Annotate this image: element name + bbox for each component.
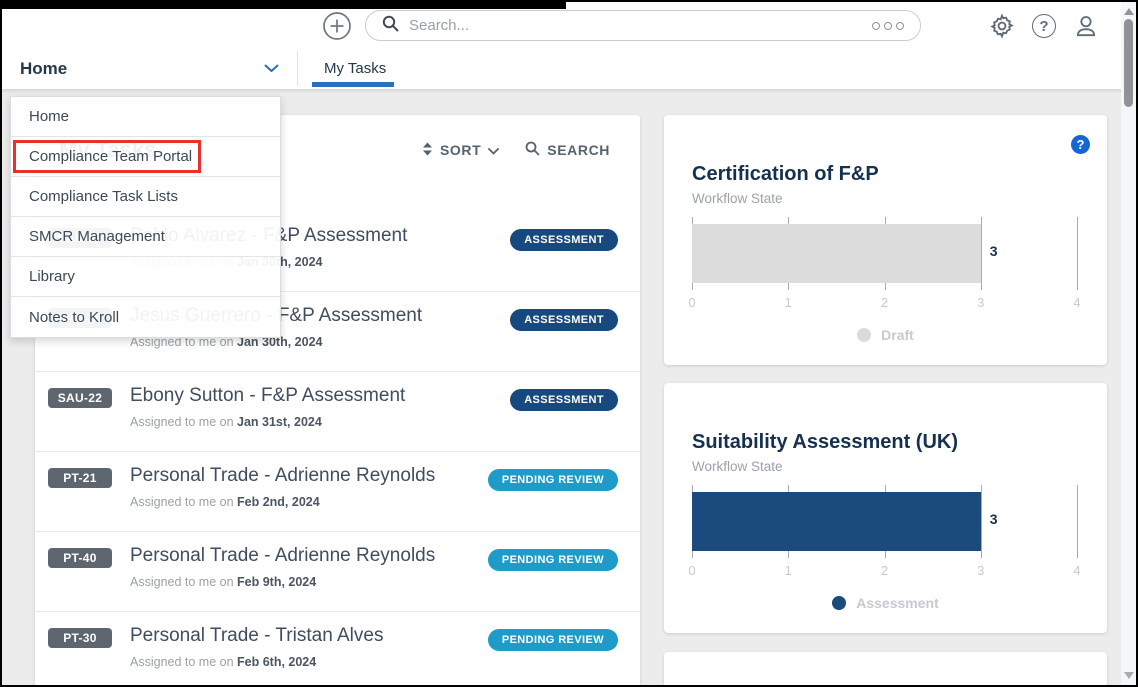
task-id-badge: PT-40 bbox=[48, 548, 112, 568]
x-axis-labels: 0 1 2 3 4 bbox=[692, 295, 1077, 311]
menu-item-compliance-task-lists[interactable]: Compliance Task Lists bbox=[11, 177, 280, 217]
bar-chart: 3 bbox=[692, 217, 1077, 290]
menu-item-compliance-team-portal[interactable]: Compliance Team Portal bbox=[11, 137, 280, 177]
task-title: Personal Trade - Tristan Alves bbox=[130, 624, 488, 648]
legend-label: Assessment bbox=[856, 595, 939, 611]
task-id-badge: SAU-22 bbox=[48, 388, 112, 408]
task-row[interactable]: PT-30 Personal Trade - Tristan Alves Ass… bbox=[35, 612, 640, 687]
chart-card-suitability: Suitability Assessment (UK) Workflow Sta… bbox=[664, 383, 1107, 633]
task-title: Ebony Sutton - F&P Assessment bbox=[130, 384, 510, 408]
task-row[interactable]: SAU-22 Ebony Sutton - F&P Assessment Ass… bbox=[35, 372, 640, 452]
chart-subtitle: Workflow State bbox=[692, 459, 783, 474]
legend-dot bbox=[832, 596, 846, 610]
bar-value-label: 3 bbox=[990, 243, 998, 259]
scrollbar-up-arrow-icon[interactable] bbox=[1124, 8, 1134, 15]
task-title: Personal Trade - Adrienne Reynolds bbox=[130, 464, 488, 488]
task-assigned-text: Assigned to me on Feb 6th, 2024 bbox=[130, 655, 488, 669]
task-status-badge: ASSESSMENT bbox=[510, 309, 618, 331]
bar-value-label: 3 bbox=[990, 511, 998, 527]
chart-subtitle: Workflow State bbox=[692, 191, 783, 206]
scrollbar[interactable] bbox=[1121, 2, 1136, 685]
help-icon[interactable]: ? bbox=[1030, 12, 1058, 40]
scrollbar-down-arrow-icon[interactable] bbox=[1124, 672, 1134, 679]
chart-legend: Draft bbox=[664, 327, 1107, 343]
legend-dot bbox=[857, 328, 871, 342]
chart-title: Certification of F&P bbox=[692, 163, 879, 186]
user-profile-icon[interactable] bbox=[1072, 12, 1100, 40]
task-status-badge: ASSESSMENT bbox=[510, 389, 618, 411]
chevron-down-icon bbox=[264, 60, 279, 78]
scrollbar-thumb[interactable] bbox=[1124, 19, 1133, 107]
search-input[interactable] bbox=[409, 17, 872, 34]
nav-divider bbox=[297, 51, 298, 86]
nav-bar: Home My Tasks bbox=[2, 48, 1136, 89]
chart-legend: Assessment bbox=[664, 595, 1107, 611]
bar-chart: 3 bbox=[692, 485, 1077, 558]
chart-card-partial bbox=[664, 652, 1107, 687]
add-icon[interactable] bbox=[322, 11, 352, 41]
menu-item-smcr-management[interactable]: SMCR Management bbox=[11, 217, 280, 257]
bar bbox=[692, 492, 981, 551]
menu-item-library[interactable]: Library bbox=[11, 257, 280, 297]
sort-chevron-icon bbox=[488, 142, 499, 158]
task-assigned-text: Assigned to me on Feb 2nd, 2024 bbox=[130, 495, 488, 509]
task-id-badge: PT-21 bbox=[48, 468, 112, 488]
home-dropdown-toggle[interactable]: Home bbox=[2, 48, 297, 89]
task-status-badge: ASSESSMENT bbox=[510, 229, 618, 251]
chart-card-certification: ? Certification of F&P Workflow State 3 … bbox=[664, 115, 1107, 365]
card-help-icon[interactable]: ? bbox=[1071, 135, 1090, 154]
active-tab-underline bbox=[312, 82, 394, 87]
home-dropdown-label: Home bbox=[20, 59, 67, 79]
window-top-strip bbox=[0, 0, 566, 9]
settings-gear-icon[interactable] bbox=[988, 12, 1016, 40]
sort-icon bbox=[422, 142, 433, 159]
sort-control[interactable]: SORT bbox=[422, 142, 499, 159]
search-control[interactable]: SEARCH bbox=[525, 141, 610, 159]
task-status-badge: PENDING REVIEW bbox=[488, 469, 618, 491]
legend-label: Draft bbox=[881, 327, 914, 343]
search-icon bbox=[525, 141, 540, 159]
task-row[interactable]: PT-21 Personal Trade - Adrienne Reynolds… bbox=[35, 452, 640, 532]
menu-item-notes-to-kroll[interactable]: Notes to Kroll bbox=[11, 297, 280, 337]
search-icon bbox=[382, 15, 399, 37]
task-title: Personal Trade - Adrienne Reynolds bbox=[130, 544, 488, 568]
task-assigned-text: Assigned to me on Feb 9th, 2024 bbox=[130, 575, 488, 589]
menu-item-home[interactable]: Home bbox=[11, 97, 280, 137]
task-row[interactable]: PT-40 Personal Trade - Adrienne Reynolds… bbox=[35, 532, 640, 612]
app-window: ? Home My Tasks My Tasks bbox=[0, 0, 1138, 687]
search-options-icon[interactable] bbox=[872, 22, 904, 30]
task-assigned-text: Assigned to me on Jan 31st, 2024 bbox=[130, 415, 510, 429]
chart-title: Suitability Assessment (UK) bbox=[692, 431, 958, 454]
x-axis-labels: 0 1 2 3 4 bbox=[692, 563, 1077, 579]
task-status-badge: PENDING REVIEW bbox=[488, 629, 618, 651]
task-status-badge: PENDING REVIEW bbox=[488, 549, 618, 571]
bar bbox=[692, 224, 981, 283]
task-id-badge: PT-30 bbox=[48, 628, 112, 648]
home-dropdown-menu: Home Compliance Team Portal Compliance T… bbox=[10, 96, 281, 338]
global-search-bar[interactable] bbox=[365, 10, 921, 41]
